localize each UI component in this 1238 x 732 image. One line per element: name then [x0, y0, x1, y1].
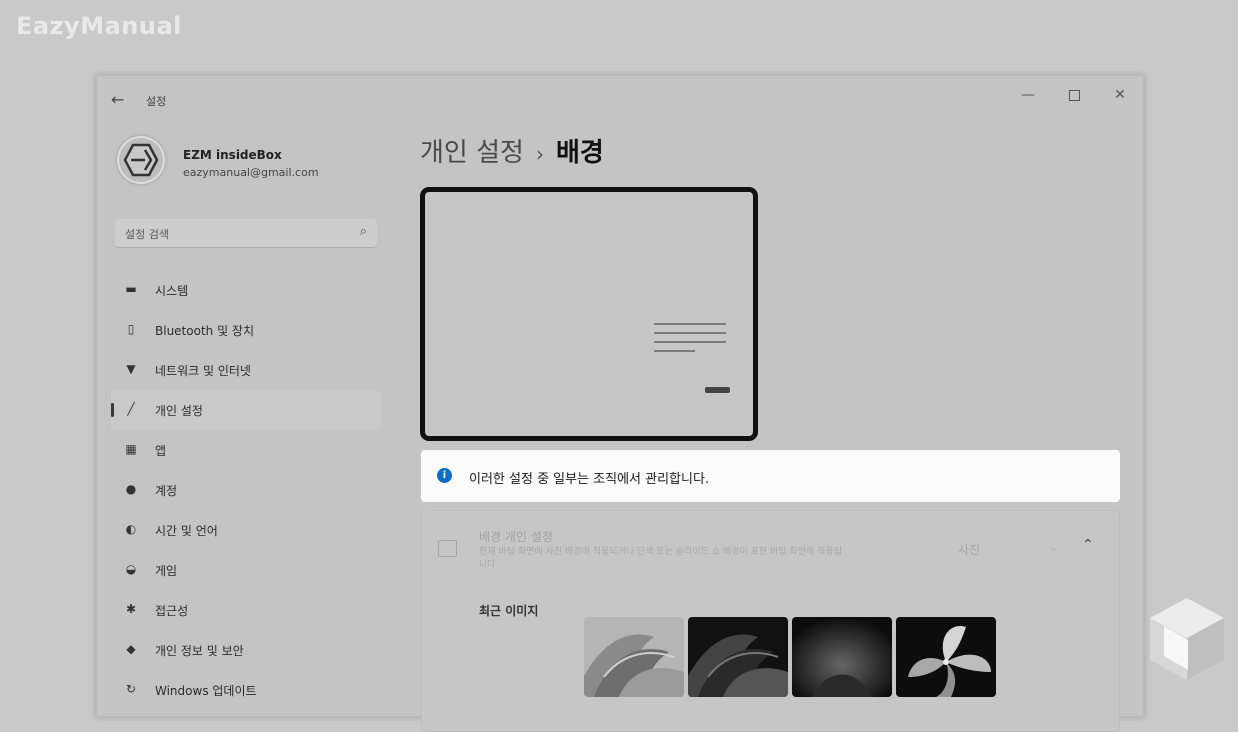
- background-type-dropdown[interactable]: 사진 ⌄: [956, 538, 1062, 562]
- sidebar-item-time-language[interactable]: ◐ 시간 및 언어: [111, 510, 381, 550]
- user-name: EZM insideBox: [183, 148, 282, 162]
- flower-image: [896, 617, 996, 697]
- selection-indicator: [111, 403, 114, 417]
- sidebar-item-accounts[interactable]: ● 계정: [111, 470, 381, 510]
- sidebar-item-label: 개인 정보 및 보안: [155, 644, 244, 658]
- sidebar-item-label: 개인 설정: [155, 404, 203, 418]
- dark-gradient-image: [792, 617, 892, 697]
- card-description: 현재 바탕 화면에 사진 배경이 적용되거나 단색 또는 슬라이드 쇼 배경이 …: [479, 547, 842, 570]
- close-button[interactable]: ✕: [1106, 82, 1134, 108]
- sidebar-nav: ▬ 시스템 ▯ Bluetooth 및 장치 ▼ 네트워크 및 인터넷 ╱ 개인…: [111, 270, 381, 710]
- breadcrumb-separator: ›: [535, 142, 544, 166]
- recent-image-thumbnail[interactable]: [792, 617, 892, 697]
- sidebar-item-label: Bluetooth 및 장치: [155, 324, 255, 338]
- recent-image-thumbnail[interactable]: [896, 617, 996, 697]
- minimize-button[interactable]: —: [1014, 82, 1042, 108]
- sidebar-item-accessibility[interactable]: ✱ 접근성: [111, 590, 381, 630]
- sidebar-item-label: 계정: [155, 484, 178, 498]
- recent-images-label: 최근 이미지: [479, 604, 539, 618]
- sidebar-item-system[interactable]: ▬ 시스템: [111, 270, 381, 310]
- breadcrumb: 개인 설정 › 배경: [420, 132, 604, 169]
- shield-icon: ◆: [126, 642, 136, 656]
- page-title: 배경: [555, 138, 604, 168]
- card-header[interactable]: 배경 개인 설정 현재 바탕 화면에 사진 배경이 적용되거나 단색 또는 슬라…: [422, 511, 1119, 581]
- title-bar: ← 설정 — ✕: [97, 76, 1143, 122]
- sidebar-item-apps[interactable]: ▦ 앱: [111, 430, 381, 470]
- info-icon: i: [437, 468, 452, 483]
- eazymanual-cube-logo: [1146, 594, 1228, 688]
- update-icon: ↻: [125, 682, 137, 696]
- user-email: eazymanual@gmail.com: [183, 166, 319, 179]
- search-placeholder: 설정 검색: [125, 228, 169, 241]
- sidebar-item-label: 네트워크 및 인터넷: [155, 364, 251, 378]
- breadcrumb-parent[interactable]: 개인 설정: [420, 138, 524, 168]
- preview-window-line: [654, 332, 726, 334]
- app-title: 설정: [146, 95, 167, 108]
- sidebar-item-windows-update[interactable]: ↻ Windows 업데이트: [111, 670, 381, 710]
- sidebar-item-bluetooth[interactable]: ▯ Bluetooth 및 장치: [111, 310, 381, 350]
- preview-window-line: [654, 350, 695, 352]
- bloom-wallpaper-dark-image: [688, 617, 788, 697]
- chevron-down-icon: ⌄: [1048, 541, 1058, 554]
- settings-window: ← 설정 — ✕ EZM insideBox eazymanual@gmail.…: [96, 75, 1144, 732]
- pen-icon: ╱: [127, 402, 135, 416]
- background-personalization-card: 배경 개인 설정 현재 바탕 화면에 사진 배경이 적용되거나 단색 또는 슬라…: [421, 510, 1120, 732]
- globe-clock-icon: ◐: [125, 522, 137, 536]
- gamepad-icon: ◒: [125, 562, 137, 576]
- accessibility-icon: ✱: [125, 602, 137, 616]
- avatar: [117, 136, 165, 184]
- sidebar-item-network[interactable]: ▼ 네트워크 및 인터넷: [111, 350, 381, 390]
- card-title: 배경 개인 설정: [479, 530, 553, 544]
- bloom-wallpaper-light-image: [584, 617, 684, 697]
- sidebar-item-label: 앱: [155, 444, 167, 458]
- sidebar-item-label: 접근성: [155, 604, 189, 618]
- desktop-preview: [420, 187, 758, 441]
- preview-button: [705, 387, 730, 393]
- cube-logo-icon: [1150, 598, 1224, 680]
- person-icon: ●: [125, 482, 137, 496]
- infobar-text: 이러한 설정 중 일부는 조직에서 관리합니다.: [469, 472, 710, 487]
- back-arrow-icon[interactable]: ←: [111, 90, 124, 109]
- sidebar-item-label: 시스템: [155, 284, 189, 298]
- search-icon[interactable]: ⌕: [360, 224, 367, 239]
- sidebar-item-gaming[interactable]: ◒ 게임: [111, 550, 381, 590]
- sidebar-item-privacy[interactable]: ◆ 개인 정보 및 보안: [111, 630, 381, 670]
- user-profile[interactable]: EZM insideBox eazymanual@gmail.com: [115, 135, 415, 193]
- eazymanual-watermark: EazyManual: [16, 12, 182, 40]
- display-icon: ▬: [125, 282, 137, 296]
- preview-window-line: [654, 323, 726, 325]
- managed-by-org-infobar: i 이러한 설정 중 일부는 조직에서 관리합니다.: [421, 450, 1120, 502]
- apps-icon: ▦: [125, 442, 137, 456]
- settings-search-input[interactable]: 설정 검색 ⌕: [115, 219, 377, 248]
- maximize-icon: [1068, 89, 1080, 101]
- bluetooth-devices-icon: ▯: [127, 322, 135, 336]
- chevron-up-icon[interactable]: ⌃: [1082, 537, 1094, 553]
- preview-window-line: [654, 341, 726, 343]
- dropdown-value: 사진: [958, 543, 981, 557]
- hexagon-logo-icon: [123, 143, 159, 177]
- sidebar-item-label: Windows 업데이트: [155, 684, 257, 698]
- sidebar-item-label: 시간 및 언어: [155, 524, 218, 538]
- sidebar-item-label: 게임: [155, 564, 178, 578]
- sidebar-item-personalization[interactable]: ╱ 개인 설정: [111, 390, 381, 430]
- maximize-button[interactable]: [1060, 82, 1088, 108]
- picture-icon: [438, 540, 457, 557]
- wifi-icon: ▼: [126, 362, 136, 376]
- recent-image-thumbnail[interactable]: [584, 617, 684, 697]
- recent-image-thumbnail[interactable]: [688, 617, 788, 697]
